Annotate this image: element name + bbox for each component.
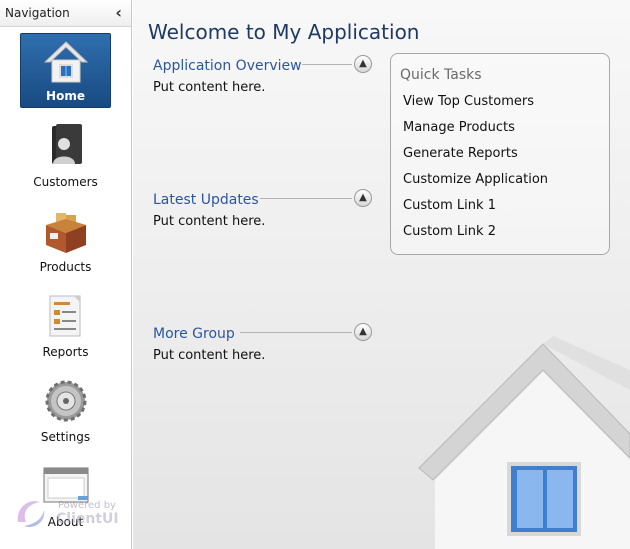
quick-tasks-panel: Quick Tasks View Top Customers Manage Pr… (390, 53, 610, 255)
nav-item-reports[interactable]: Reports (20, 288, 111, 363)
gear-icon (45, 380, 86, 422)
clientui-logo-icon (17, 501, 45, 528)
quick-tasks-title: Quick Tasks (400, 67, 482, 83)
nav-item-customers[interactable]: Customers (20, 118, 111, 193)
powered-by-logo: Powered by ClientUI (14, 496, 124, 532)
nav-item-label: Home (46, 89, 85, 103)
page-title: Welcome to My Application (148, 20, 420, 44)
quick-task-link[interactable]: Generate Reports (403, 146, 518, 161)
quick-task-link[interactable]: View Top Customers (403, 94, 534, 109)
reports-icon (49, 295, 80, 337)
house-background-icon (418, 336, 630, 549)
nav-item-label: Settings (40, 430, 91, 444)
nav-item-products[interactable]: Products (20, 203, 111, 278)
chevron-up-icon: ▲ (359, 192, 367, 203)
navigation-sidebar: Navigation ‹ Home Customers Products Rep… (0, 0, 132, 549)
collapse-toggle-more-group[interactable]: ▲ (354, 323, 372, 341)
group-title: Latest Updates (153, 192, 259, 208)
navigation-header-title: Navigation (5, 6, 70, 20)
group-title: Application Overview (153, 58, 302, 74)
chevron-left-icon[interactable]: ‹ (115, 3, 122, 22)
group-content: Put content here. (153, 80, 266, 95)
nav-item-settings[interactable]: Settings (20, 373, 111, 448)
customers-icon (51, 124, 82, 164)
nav-item-home[interactable]: Home (20, 33, 111, 108)
nav-item-label: Reports (42, 345, 89, 359)
quick-task-link[interactable]: Custom Link 1 (403, 198, 496, 213)
group-content: Put content here. (153, 348, 266, 363)
group-divider (260, 198, 352, 199)
group-title: More Group (153, 326, 235, 342)
main-content: Welcome to My Application Application Ov… (133, 0, 630, 549)
group-divider (240, 332, 352, 333)
navigation-header: Navigation ‹ (0, 0, 131, 27)
nav-item-label: Customers (33, 175, 98, 189)
nav-item-label: Products (39, 260, 92, 274)
group-content: Put content here. (153, 214, 266, 229)
chevron-up-icon: ▲ (359, 326, 367, 337)
quick-task-link[interactable]: Customize Application (403, 172, 548, 187)
powered-by-brand: ClientUI (56, 511, 119, 527)
collapse-toggle-latest-updates[interactable]: ▲ (354, 189, 372, 207)
group-divider (302, 64, 352, 65)
products-box-icon (45, 213, 86, 253)
quick-task-link[interactable]: Manage Products (403, 120, 515, 135)
collapse-toggle-application-overview[interactable]: ▲ (354, 55, 372, 73)
chevron-up-icon: ▲ (359, 58, 367, 69)
powered-by-text: Powered by (58, 500, 116, 511)
quick-task-link[interactable]: Custom Link 2 (403, 224, 496, 239)
home-icon (43, 41, 88, 83)
